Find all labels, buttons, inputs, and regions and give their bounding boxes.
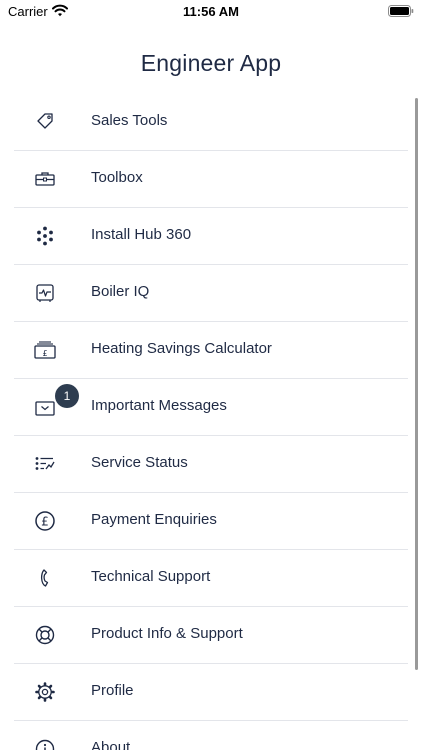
lifebuoy-icon xyxy=(32,623,58,647)
pound-circle-icon: £ xyxy=(32,509,58,533)
envelope-icon xyxy=(32,395,58,419)
menu-item-important-messages[interactable]: 1 Important Messages xyxy=(0,379,422,436)
menu-item-label: Toolbox xyxy=(91,169,143,186)
boiler-iq-icon xyxy=(32,281,58,305)
menu-item-about[interactable]: About xyxy=(0,721,422,750)
menu-item-label: Profile xyxy=(91,682,134,699)
unread-count-badge: 1 xyxy=(55,384,79,408)
menu-item-boiler-iq[interactable]: Boiler IQ xyxy=(0,265,422,322)
menu-item-install-hub-360[interactable]: Install Hub 360 xyxy=(0,208,422,265)
menu-item-label: Payment Enquiries xyxy=(91,511,217,528)
menu-item-product-info-support[interactable]: Product Info & Support xyxy=(0,607,422,664)
status-bar: Carrier 11:56 AM xyxy=(0,0,422,22)
menu-item-label: Service Status xyxy=(91,454,188,471)
gear-icon xyxy=(32,680,58,704)
svg-text:£: £ xyxy=(41,515,49,529)
battery-icon xyxy=(388,5,414,17)
phone-icon xyxy=(32,566,58,590)
menu-item-label: Boiler IQ xyxy=(91,283,150,300)
menu-item-technical-support[interactable]: Technical Support xyxy=(0,550,422,607)
menu-item-sales-tools[interactable]: Sales Tools xyxy=(0,94,422,151)
menu-item-label: Important Messages xyxy=(91,397,227,414)
pound-note-icon: £ xyxy=(32,338,58,362)
menu-item-label: Install Hub 360 xyxy=(91,226,192,243)
page-title: Engineer App xyxy=(140,50,282,76)
scrollbar[interactable] xyxy=(415,98,418,670)
tag-icon xyxy=(32,110,58,134)
menu-item-service-status[interactable]: Service Status xyxy=(0,436,422,493)
svg-text:£: £ xyxy=(42,349,47,358)
menu-item-label: Technical Support xyxy=(91,568,211,585)
info-icon xyxy=(32,737,58,750)
menu-list[interactable]: Sales Tools Toolbox Install Hub 360 Boil… xyxy=(0,94,422,750)
menu-item-heating-savings-calculator[interactable]: £ Heating Savings Calculator xyxy=(0,322,422,379)
toolbox-icon xyxy=(32,167,58,191)
menu-item-label: Product Info & Support xyxy=(91,625,243,642)
menu-item-profile[interactable]: Profile xyxy=(0,664,422,721)
service-status-icon xyxy=(32,452,58,476)
menu-item-label: Heating Savings Calculator xyxy=(91,340,272,357)
menu-item-label: Sales Tools xyxy=(91,112,168,129)
dots-grid-icon xyxy=(32,224,58,248)
menu-item-toolbox[interactable]: Toolbox xyxy=(0,151,422,208)
menu-item-label: About xyxy=(91,739,131,750)
menu-item-payment-enquiries[interactable]: £ Payment Enquiries xyxy=(0,493,422,550)
status-time: 11:56 AM xyxy=(183,4,239,19)
